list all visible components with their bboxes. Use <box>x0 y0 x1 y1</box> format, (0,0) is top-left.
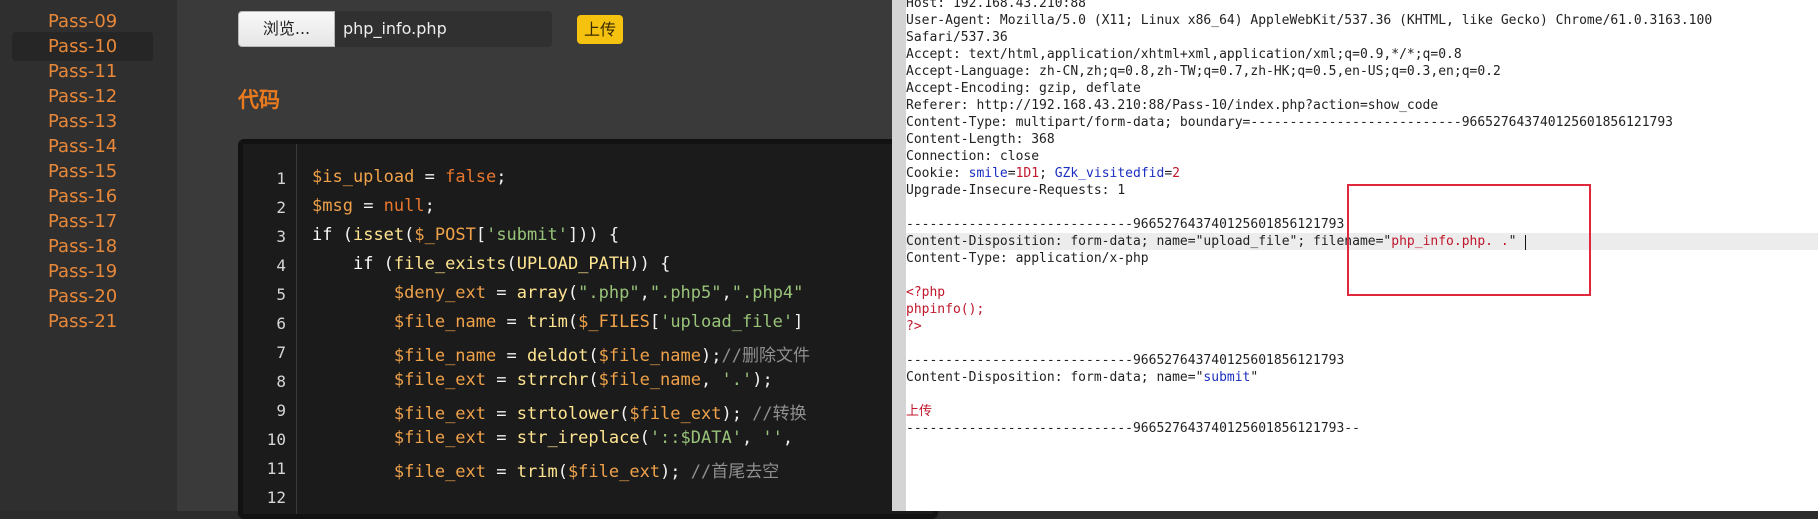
request-line: Connection: close <box>906 149 1040 164</box>
cookie-key: GZk_visitedfid <box>1054 166 1165 181</box>
field-name: upload_file <box>1203 234 1290 249</box>
line-number: 2 <box>276 198 286 217</box>
request-line: Host: 192.168.43.210:88 <box>906 0 1087 11</box>
disposition-prefix: Content-Disposition: form-data; name=" <box>906 370 1204 385</box>
cookie-prefix: Cookie: <box>906 166 969 181</box>
cookie-key: smile <box>968 166 1008 181</box>
line-number: 4 <box>276 256 286 275</box>
code-line: $is_upload = false; <box>312 167 507 187</box>
request-line <box>906 386 1818 403</box>
line-number-gutter: 1 2 3 4 5 6 7 8 9 10 11 12 <box>243 144 297 514</box>
line-number: 5 <box>276 285 286 304</box>
request-line <box>906 335 1818 352</box>
code-line: $file_name = trim($_FILES['upload_file'] <box>393 312 804 332</box>
sidebar-item-pass-21[interactable]: Pass-21 <box>12 307 153 336</box>
code-line: $file_ext = str_ireplace('::$DATA', '', <box>393 428 794 448</box>
code-line: $file_ext = trim($file_ext); //首尾去空 <box>393 462 780 482</box>
line-number: 1 <box>276 169 286 188</box>
line-number: 3 <box>276 227 286 246</box>
request-line: Accept-Encoding: gzip, deflate <box>906 81 1141 96</box>
cookie-line: Cookie: smile=1D1; GZk_visitedfid=2 <box>906 165 1818 182</box>
line-number: 12 <box>266 488 286 507</box>
cookie-eq: = <box>1007 166 1016 181</box>
cookie-eq: = <box>1164 166 1173 181</box>
submit-value-line: 上传 <box>906 404 933 419</box>
line-number: 10 <box>266 430 286 449</box>
line-number: 9 <box>276 401 286 420</box>
code-viewer: 1 2 3 4 5 6 7 8 9 10 11 12 $is_upload = … <box>238 139 938 519</box>
code-line: $file_ext = strtolower($file_ext); //转换 <box>393 404 807 424</box>
request-line: Content-Length: 368 <box>906 132 1055 147</box>
sidebar-nav: Pass-09 Pass-10 Pass-11 Pass-12 Pass-13 … <box>0 0 177 511</box>
main-content: 浏览... php_info.php 上传 代码 1 2 3 4 5 6 7 8… <box>177 0 938 519</box>
boundary-line: -----------------------------96652764374… <box>906 353 1345 368</box>
request-line: Referer: http://192.168.43.210:88/Pass-1… <box>906 98 1439 113</box>
code-line: if (isset($_POST['submit'])) { <box>312 225 620 245</box>
line-number: 11 <box>266 459 286 478</box>
request-line: Safari/537.36 <box>906 30 1008 45</box>
code-line: $file_ext = strrchr($file_name, '.'); <box>393 370 773 390</box>
disposition-end: " <box>1250 370 1259 385</box>
pane-divider[interactable] <box>892 0 906 511</box>
php-code-line: phpinfo(); <box>906 302 985 317</box>
request-line: Content-Type: multipart/form-data; bound… <box>906 115 1674 130</box>
upload-button[interactable]: 上传 <box>577 15 623 44</box>
code-heading: 代码 <box>238 88 280 112</box>
cookie-value: 1D1 <box>1015 166 1040 181</box>
request-line: User-Agent: Mozilla/5.0 (X11; Linux x86_… <box>906 13 1713 28</box>
code-line: if (file_exists(UPLOAD_PATH)) { <box>352 254 671 274</box>
submit-disposition-line: Content-Disposition: form-data; name="su… <box>906 369 1818 386</box>
cookie-value: 2 <box>1172 166 1180 181</box>
code-line: $deny_ext = array(".php",".php5",".php4" <box>393 283 804 303</box>
cookie-sep: ; <box>1039 166 1055 181</box>
line-number: 7 <box>276 343 286 362</box>
highlight-annotation-box <box>1347 184 1591 296</box>
request-line: Accept: text/html,application/xhtml+xml,… <box>906 47 1462 62</box>
disposition-prefix: Content-Disposition: form-data; name=" <box>906 234 1204 249</box>
boundary-end-line: -----------------------------96652764374… <box>906 421 1360 436</box>
browse-button[interactable]: 浏览... <box>238 11 335 47</box>
code-line: $file_name = deldot($file_name);//删除文件 <box>393 346 810 366</box>
field-name: submit <box>1203 370 1251 385</box>
code-line: $msg = null; <box>312 196 435 216</box>
request-line: Accept-Language: zh-CN,zh;q=0.8,zh-TW;q=… <box>906 64 1501 79</box>
file-name-field[interactable]: php_info.php <box>335 11 552 47</box>
line-number: 6 <box>276 314 286 333</box>
php-code-line: ?> <box>906 319 922 334</box>
text-cursor <box>1525 235 1526 250</box>
line-number: 8 <box>276 372 286 391</box>
